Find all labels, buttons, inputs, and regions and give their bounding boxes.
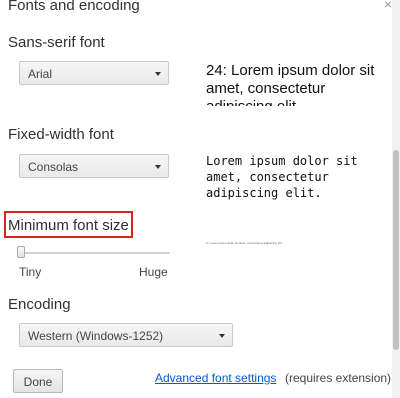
- minimum-font-size-slider-thumb[interactable]: [17, 246, 25, 258]
- sans-serif-font-select[interactable]: Arial: [19, 61, 169, 85]
- fixed-width-font-preview: Lorem ipsum dolor sit amet, consectetur …: [206, 154, 358, 200]
- close-icon[interactable]: ×: [384, 0, 392, 12]
- fixed-width-font-value: Consolas: [28, 160, 79, 174]
- fixed-width-font-select[interactable]: Consolas: [19, 154, 169, 178]
- advanced-font-settings-link[interactable]: Advanced font settings: [155, 371, 276, 385]
- encoding-label: Encoding: [8, 296, 71, 313]
- minimum-font-size-preview: 6: Lorem ipsum dolor sit amet, consectet…: [206, 241, 283, 245]
- chevron-down-icon: [155, 72, 161, 76]
- scrollbar-thumb[interactable]: [393, 150, 399, 350]
- encoding-select[interactable]: Western (Windows-1252): [19, 323, 233, 347]
- dialog-title: Fonts and encoding: [8, 0, 140, 14]
- sans-serif-font-preview: 24: Lorem ipsum dolor sit amet, consecte…: [206, 62, 375, 106]
- chevron-down-icon: [155, 165, 161, 169]
- slider-min-label: Tiny: [19, 265, 42, 279]
- minimum-font-size-label: Minimum font size: [8, 217, 129, 234]
- slider-max-label: Huge: [139, 265, 168, 279]
- sans-serif-font-value: Arial: [28, 67, 53, 81]
- sans-serif-font-label: Sans-serif font: [8, 34, 105, 51]
- minimum-font-size-slider-track[interactable]: [24, 252, 170, 254]
- done-button[interactable]: Done: [13, 369, 63, 393]
- requires-extension-note: (requires extension): [285, 371, 392, 385]
- fixed-width-font-label: Fixed-width font: [8, 126, 114, 143]
- chevron-down-icon: [219, 334, 225, 338]
- encoding-value: Western (Windows-1252): [28, 329, 164, 343]
